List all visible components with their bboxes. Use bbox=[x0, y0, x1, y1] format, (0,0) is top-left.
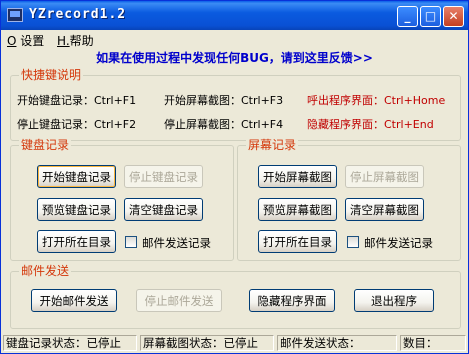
screen-status: 屏幕截图状态：已停止 bbox=[140, 335, 274, 351]
shortcuts-group: 快捷键说明 开始键盘记录：Ctrl+F1 停止键盘记录：Ctrl+F2 开始屏幕… bbox=[10, 68, 461, 141]
app-monitor-icon[interactable] bbox=[7, 8, 23, 22]
mail-status: 邮件发送状态： bbox=[277, 335, 397, 351]
screen-group: 屏幕记录 开始屏幕截图 停止屏幕截图 预览屏幕截图 清空屏幕截图 打开所在目录 … bbox=[237, 138, 461, 261]
screen-email-checkbox[interactable] bbox=[347, 236, 359, 248]
preview-screen-button[interactable]: 预览屏幕截图 bbox=[258, 198, 337, 221]
shortcuts-legend: 快捷键说明 bbox=[19, 68, 84, 82]
menu-settings[interactable]: O 设置 bbox=[7, 32, 44, 49]
menu-help-label: 帮助 bbox=[69, 34, 94, 48]
shortcut-stop-screen: 停止屏幕截图：Ctrl+F4 bbox=[164, 118, 284, 131]
window-title: YZrecord1.2 bbox=[29, 7, 127, 22]
shortcut-hide-ui: 隐藏程序界面：Ctrl+End bbox=[307, 118, 434, 131]
mail-legend: 邮件发送 bbox=[19, 264, 72, 278]
maximize-button[interactable]: □ bbox=[420, 6, 441, 27]
stop-mail-button[interactable]: 停止邮件发送 bbox=[136, 289, 222, 312]
status-bar: 键盘记录状态：已停止 屏幕截图状态：已停止 邮件发送状态： 数目： bbox=[1, 333, 468, 353]
keyboard-group: 键盘记录 开始键盘记录 停止键盘记录 预览键盘记录 清空键盘记录 打开所在目录 … bbox=[10, 138, 234, 261]
open-keyboard-dir-button[interactable]: 打开所在目录 bbox=[37, 230, 116, 253]
exit-button[interactable]: 退出程序 bbox=[354, 289, 434, 312]
clear-screen-button[interactable]: 清空屏幕截图 bbox=[345, 198, 424, 221]
minimize-button[interactable]: _ bbox=[397, 6, 418, 27]
stop-screen-button[interactable]: 停止屏幕截图 bbox=[345, 165, 424, 188]
close-button[interactable]: ✕ bbox=[443, 6, 464, 27]
count-status: 数目： bbox=[400, 335, 466, 351]
shortcut-start-keyboard: 开始键盘记录：Ctrl+F1 bbox=[17, 94, 137, 107]
start-mail-button[interactable]: 开始邮件发送 bbox=[31, 289, 117, 312]
mail-group: 邮件发送 开始邮件发送 停止邮件发送 隐藏程序界面 退出程序 bbox=[10, 264, 461, 329]
stop-keyboard-button[interactable]: 停止键盘记录 bbox=[124, 165, 203, 188]
keyboard-status: 键盘记录状态：已停止 bbox=[3, 335, 137, 351]
menu-bar: O 设置 H.帮助 bbox=[1, 30, 468, 48]
shortcut-stop-keyboard: 停止键盘记录：Ctrl+F2 bbox=[17, 118, 137, 131]
menu-help[interactable]: H.帮助 bbox=[57, 32, 94, 49]
keyboard-email-checkbox[interactable] bbox=[125, 236, 137, 248]
shortcut-show-ui: 呼出程序界面：Ctrl+Home bbox=[307, 94, 446, 107]
shortcut-start-screen: 开始屏幕截图：Ctrl+F3 bbox=[164, 94, 284, 107]
menu-settings-label: 设置 bbox=[20, 34, 45, 48]
preview-keyboard-button[interactable]: 预览键盘记录 bbox=[37, 198, 116, 221]
screen-email-label: 邮件发送记录 bbox=[364, 236, 433, 250]
start-screen-button[interactable]: 开始屏幕截图 bbox=[258, 165, 337, 188]
title-bar[interactable]: YZrecord1.2 _ □ ✕ bbox=[1, 1, 468, 30]
menu-settings-key: O bbox=[7, 34, 17, 48]
keyboard-email-label: 邮件发送记录 bbox=[142, 236, 211, 250]
feedback-link[interactable]: 如果在使用过程中发现任何BUG，请到这里反馈>> bbox=[1, 49, 468, 66]
clear-keyboard-button[interactable]: 清空键盘记录 bbox=[124, 198, 203, 221]
hide-ui-button[interactable]: 隐藏程序界面 bbox=[249, 289, 335, 312]
start-keyboard-button[interactable]: 开始键盘记录 bbox=[37, 165, 116, 188]
screen-legend: 屏幕记录 bbox=[246, 138, 299, 152]
menu-help-key: H. bbox=[57, 34, 70, 48]
keyboard-legend: 键盘记录 bbox=[19, 138, 72, 152]
open-screen-dir-button[interactable]: 打开所在目录 bbox=[258, 230, 337, 253]
app-window: YZrecord1.2 _ □ ✕ O 设置 H.帮助 如果在使用过程中发现任何… bbox=[0, 0, 469, 354]
